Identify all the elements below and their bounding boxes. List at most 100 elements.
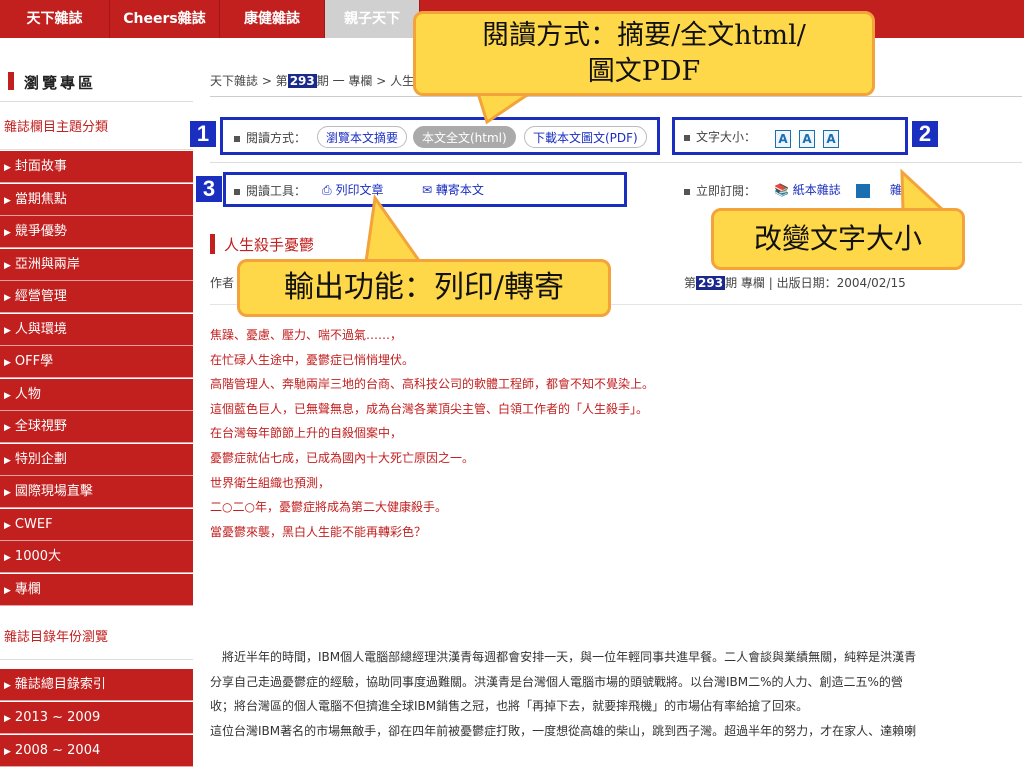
sidebar-item[interactable]: ▶ 亞洲與兩岸 [0, 248, 193, 281]
triangle-right-icon: ▶ [4, 390, 11, 401]
article-lead-line: 這個藍色巨人，已無聲無息，成為台灣各業頂尖主管、白領工作者的「人生殺手」。 [210, 401, 649, 416]
envelope-icon: ✉ [422, 183, 433, 197]
sidebar-item-label: 人與環境 [14, 321, 67, 337]
sidebar-item-label: OFF學 [14, 354, 54, 369]
sidebar-item-label: 2008 ~ 2004 [14, 743, 101, 758]
reading-mode-label: 閱讀方式： [234, 129, 306, 146]
article-body-line: 這位台灣IBM著名的市場無敵手，卻在四年前被憂鬱症打敗，一度想從高雄的柴山，跳到… [210, 723, 917, 738]
sidebar-section-years: 雜誌目錄年份瀏覽 [0, 616, 193, 660]
badge-2: 2 [912, 121, 938, 147]
sidebar-year-item[interactable]: ▶ 2013 ~ 2009 [0, 702, 193, 734]
breadcrumb: 天下雜誌 > 第 293 期 一 專欄 > 人生 [210, 72, 414, 89]
sidebar-item-label: 亞洲與兩岸 [14, 256, 80, 272]
article-lead-line: 高階管理人、奔馳兩岸三地的台商、高科技公司的軟體工程師，都會不知不覺染上。 [210, 377, 655, 392]
callout-3-tail [364, 194, 423, 264]
digital-icon [856, 183, 870, 198]
triangle-right-icon: ▶ [4, 423, 11, 433]
sidebar-item[interactable]: ▶ 特別企劃 [0, 443, 193, 476]
sidebar-item[interactable]: ▶ 全球視野 [0, 411, 193, 443]
article-body-line: 分享自己走過憂鬱症的經驗，協助同事度過難關。洪漢青是台灣個人電腦市場的頭號戰將。… [210, 674, 903, 689]
triangle-right-icon: ▶ [4, 681, 11, 691]
article-lead-line: 當憂鬱來襲，黑白人生能不能再轉彩色？ [210, 524, 427, 539]
sidebar-item-label: 2013 ~ 2009 [14, 710, 101, 725]
triangle-right-icon: ▶ [4, 747, 11, 757]
print-link[interactable]: ⎙ 列印文章 [322, 181, 383, 198]
triangle-right-icon: ▶ [4, 714, 11, 724]
font-size-small-button[interactable]: A [775, 130, 791, 148]
sidebar-title: 瀏覽專區 [24, 74, 97, 92]
article-lead-line: 二○二○年，憂鬱症將成為第二大健康殺手。 [210, 500, 447, 515]
reading-tools-label: 閱讀工具： [234, 182, 306, 199]
article-lead-line: 焦躁、憂慮、壓力、喘不過氣……， [210, 328, 403, 342]
article-body-line: 收；將台灣區的個人電腦不但擠進全球IBM銷售之冠，也將「再掉下去，就要摔飛機」的… [210, 699, 809, 713]
sidebar-item[interactable]: ▶ 競爭優勢 [0, 216, 193, 248]
triangle-right-icon: ▶ [4, 260, 11, 271]
sidebar-item-label: 雜誌總目錄索引 [14, 677, 106, 692]
sidebar-header-bar [8, 72, 14, 90]
breadcrumb-suffix[interactable]: 期 一 專欄 > 人生 [317, 74, 414, 88]
article-title-bar [210, 234, 215, 254]
sidebar-item-label: 經營管理 [14, 289, 67, 304]
sidebar-year-item[interactable]: ▶ 雜誌總目錄索引 [0, 669, 193, 701]
page: 天下雜誌 Cheers雜誌 康健雜誌 親子天下 瀏覽專區 雜誌欄目主題分類 ▶ 封… [0, 0, 1024, 768]
sidebar-section-topics: 雜誌欄目主題分類 [0, 106, 193, 150]
books-icon: 📚 [774, 183, 789, 197]
sidebar-item-label: 專欄 [14, 581, 41, 597]
bullet-icon [234, 188, 240, 195]
sidebar-item[interactable]: ▶ 封面故事 [0, 151, 193, 183]
sidebar-year-item[interactable]: ▶ 2008 ~ 2004 [0, 735, 193, 767]
article-author-label: 作者 [210, 276, 235, 290]
sidebar-item-label: 國際現場直擊 [14, 484, 93, 499]
badge-1: 1 [190, 121, 216, 147]
bullet-icon [684, 134, 690, 141]
article-lead-line: 世界衛生組織也預測， [210, 475, 331, 490]
sidebar-item[interactable]: ▶ 1000大 [0, 541, 193, 573]
sidebar-item[interactable]: ▶ 當期焦點 [0, 183, 193, 216]
triangle-right-icon: ▶ [4, 553, 11, 563]
read-summary-button[interactable]: 瀏覽本文摘要 [317, 126, 408, 148]
sidebar-item-label: 1000大 [14, 549, 62, 564]
sidebar-item-label: CWEF [14, 516, 53, 532]
triangle-right-icon: ▶ [4, 325, 11, 336]
read-full-html-button[interactable]: 本文全文(html) [413, 126, 516, 148]
triangle-right-icon: ▶ [4, 585, 11, 596]
sidebar-item-label: 當期焦點 [14, 191, 67, 207]
forward-link[interactable]: ✉ 轉寄本文 [422, 181, 484, 198]
triangle-right-icon: ▶ [4, 488, 11, 498]
article-lead-line: 在忙碌人生途中，憂鬱症已悄悄埋伏。 [210, 352, 415, 367]
sidebar-item[interactable]: ▶ 人物 [0, 378, 193, 411]
bullet-icon [234, 135, 240, 142]
sidebar-item[interactable]: ▶ CWEF [0, 508, 193, 541]
tab-commonwealth[interactable]: 天下雜誌 [0, 0, 110, 38]
callout-font-size: 改變文字大小 [711, 208, 965, 270]
callout-reading-mode: 閱讀方式：摘要/全文html/ 圖文PDF [413, 11, 875, 96]
sidebar-item-label: 封面故事 [14, 159, 67, 174]
sidebar-item-label: 特別企劃 [14, 451, 67, 467]
font-size-large-button[interactable]: A [823, 130, 839, 148]
breadcrumb-issue[interactable]: 293 [287, 74, 317, 88]
triangle-right-icon: ▶ [4, 195, 11, 206]
paper-magazine-link[interactable]: 📚 紙本雜誌 [774, 181, 841, 198]
sidebar-item[interactable]: ▶ 國際現場直擊 [0, 476, 193, 508]
triangle-right-icon: ▶ [4, 163, 11, 173]
triangle-right-icon: ▶ [4, 228, 11, 238]
divider [210, 96, 1022, 97]
breadcrumb-prefix[interactable]: 天下雜誌 > 第 [210, 74, 288, 88]
article-lead-line: 憂鬱症就佔七成，已成為國內十大死亡原因之一。 [210, 451, 475, 465]
sidebar-item-label: 人物 [14, 386, 41, 402]
sidebar-item[interactable]: ▶ 專欄 [0, 573, 193, 606]
tab-health[interactable]: 康健雜誌 [220, 0, 325, 38]
sidebar-item[interactable]: ▶ 經營管理 [0, 281, 193, 313]
font-size-medium-button[interactable]: A [799, 130, 815, 148]
sidebar-header: 瀏覽專區 [0, 38, 193, 102]
triangle-right-icon: ▶ [4, 520, 11, 531]
tab-cheers[interactable]: Cheers雜誌 [110, 0, 220, 38]
read-pdf-button[interactable]: 下載本文圖文(PDF) [524, 126, 647, 148]
sidebar-item[interactable]: ▶ 人與環境 [0, 313, 193, 346]
triangle-right-icon: ▶ [4, 455, 11, 466]
digital-magazine-link[interactable]: 雜誌 [856, 181, 914, 198]
tab-parenting[interactable]: 親子天下 [325, 0, 420, 38]
triangle-right-icon: ▶ [4, 358, 11, 368]
article-issue[interactable]: 293 [696, 276, 726, 290]
sidebar-item[interactable]: ▶ OFF學 [0, 346, 193, 378]
